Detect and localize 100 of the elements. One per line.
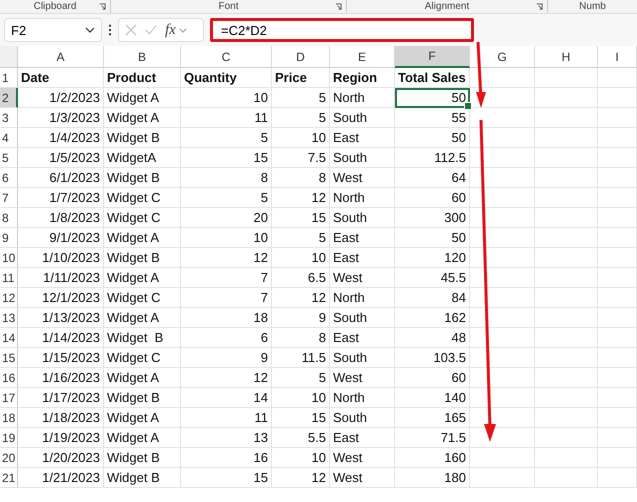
table-cell: 5.5 (308, 430, 326, 445)
empty-cell (598, 168, 637, 188)
row-header[interactable]: 19 (0, 428, 18, 448)
column-header[interactable]: C (181, 46, 272, 68)
column-header[interactable]: D (272, 46, 330, 68)
table-cell: 12 (312, 290, 326, 305)
table-cell: 1/11/2023 (43, 270, 100, 285)
table-cell: Widget A (107, 230, 160, 245)
empty-cell (535, 388, 598, 408)
row-header[interactable]: 15 (0, 348, 18, 368)
table-cell: 1/18/2023 (42, 410, 100, 425)
dialog-launcher-icon[interactable] (536, 3, 543, 10)
empty-cell (535, 128, 598, 148)
row-header[interactable]: 10 (0, 248, 18, 268)
formula-field[interactable]: =C2*D2 (210, 18, 474, 42)
row-header[interactable]: 13 (0, 308, 18, 328)
table-cell: 1/3/2023 (49, 110, 100, 125)
row-header[interactable]: 1 (0, 68, 18, 88)
empty-cell (598, 148, 637, 168)
empty-cell (535, 68, 598, 88)
table-cell: 60 (452, 190, 466, 205)
table-cell: 10 (312, 250, 326, 265)
row-header[interactable]: 11 (0, 268, 18, 288)
empty-cell (598, 448, 637, 468)
table-cell: Widget A (107, 90, 160, 105)
row-header[interactable]: 3 (0, 108, 18, 128)
column-header[interactable]: I (598, 46, 637, 68)
table-cell: 9/1/2023 (49, 230, 100, 245)
table-cell: 165 (444, 410, 466, 425)
row-header[interactable]: 18 (0, 408, 18, 428)
insert-function-button[interactable]: fx (165, 22, 176, 38)
empty-cell (598, 408, 637, 428)
dialog-launcher-icon[interactable] (335, 3, 342, 10)
fill-handle[interactable] (464, 102, 472, 110)
empty-cell (535, 348, 598, 368)
empty-cell (535, 368, 598, 388)
empty-cell (598, 108, 637, 128)
table-cell: 11 (254, 410, 268, 425)
table-cell: 5 (318, 90, 326, 105)
table-cell: Widget A (107, 110, 160, 125)
table-cell: 7 (260, 270, 268, 285)
table-cell: 13 (254, 430, 268, 445)
table-cell: North (333, 190, 365, 205)
table-cell: South (333, 150, 367, 165)
enter-check-icon[interactable] (145, 24, 157, 36)
empty-cell (535, 448, 598, 468)
row-header[interactable]: 21 (0, 468, 18, 488)
empty-cell (598, 68, 637, 88)
table-cell: West (333, 270, 362, 285)
empty-cell (598, 128, 637, 148)
column-header[interactable]: H (535, 46, 598, 68)
table-cell: 12/1/2023 (42, 290, 100, 305)
table-cell: 5 (318, 110, 326, 125)
ribbon-group-label: Font (218, 0, 238, 12)
empty-cell (535, 288, 598, 308)
column-header[interactable]: E (330, 46, 395, 68)
row-header[interactable]: 4 (0, 128, 18, 148)
table-cell: South (333, 410, 367, 425)
empty-cell (535, 148, 598, 168)
table-cell: 12 (254, 370, 268, 385)
row-header[interactable]: 9 (0, 228, 18, 248)
table-cell: Widget B (107, 330, 164, 345)
table-cell: 10 (254, 90, 268, 105)
row-header[interactable]: 14 (0, 328, 18, 348)
table-cell: Widget B (107, 170, 160, 185)
table-cell: 1/15/2023 (42, 350, 100, 365)
more-options-icon[interactable] (108, 24, 112, 36)
table-cell: South (333, 350, 367, 365)
table-cell: Date (21, 70, 50, 85)
empty-cell (535, 168, 598, 188)
table-cell: WidgetA (107, 150, 156, 165)
column-header[interactable]: G (470, 46, 535, 68)
row-header[interactable]: 20 (0, 448, 18, 468)
row-header[interactable]: 7 (0, 188, 18, 208)
table-cell: 5 (318, 230, 326, 245)
column-header[interactable]: B (104, 46, 181, 68)
table-cell: East (333, 230, 360, 245)
table-cell: 5 (318, 370, 326, 385)
row-header[interactable]: 16 (0, 368, 18, 388)
row-header[interactable]: 17 (0, 388, 18, 408)
table-cell: 12 (312, 190, 326, 205)
column-header[interactable]: F (395, 46, 470, 68)
table-cell: 1/20/2023 (42, 450, 100, 465)
column-header[interactable]: A (18, 46, 104, 68)
table-cell: North (333, 390, 365, 405)
table-cell: Widget C (107, 190, 160, 205)
table-cell: Widget A (107, 370, 160, 385)
row-header[interactable]: 5 (0, 148, 18, 168)
dialog-launcher-icon[interactable] (99, 3, 106, 10)
table-cell: East (333, 130, 360, 145)
table-cell: 8 (318, 170, 326, 185)
table-cell: 12 (312, 470, 326, 485)
row-header[interactable]: 6 (0, 168, 18, 188)
row-header[interactable]: 8 (0, 208, 18, 228)
name-box[interactable]: F2 (4, 18, 102, 42)
table-cell: Widget A (107, 430, 160, 445)
caret-icon[interactable] (178, 28, 187, 32)
row-header[interactable]: 2 (0, 88, 18, 108)
table-cell: West (333, 170, 362, 185)
row-header[interactable]: 12 (0, 288, 18, 308)
